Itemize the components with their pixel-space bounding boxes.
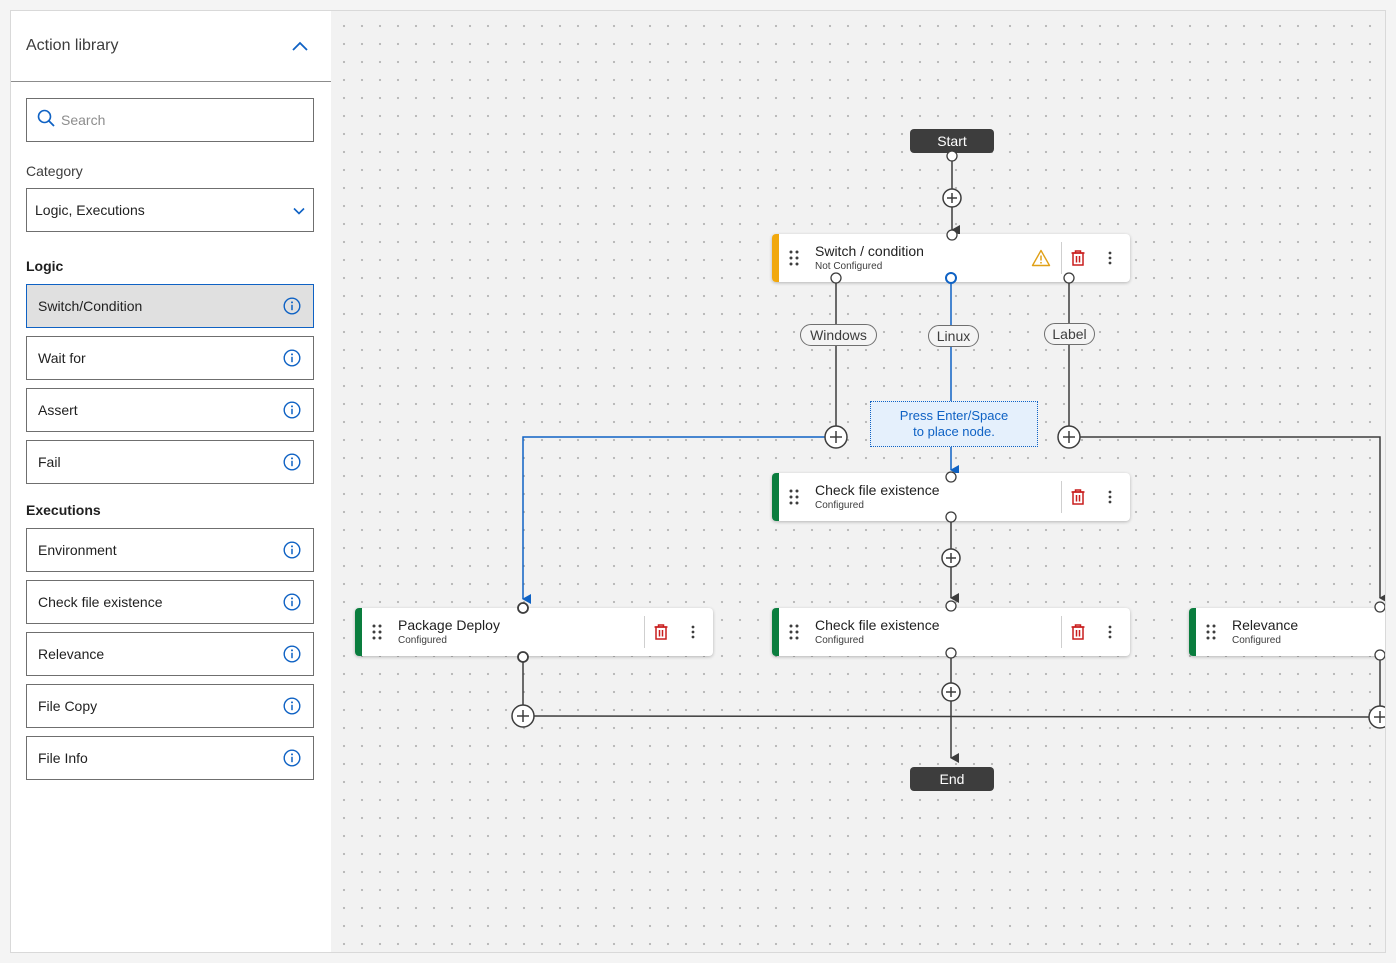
status-bar <box>355 608 362 656</box>
add-step-button[interactable] <box>824 425 848 449</box>
info-icon[interactable] <box>283 349 301 367</box>
place-node-hint[interactable]: Press Enter/Space to place node. <box>870 401 1038 447</box>
search-icon <box>37 109 55 132</box>
info-icon[interactable] <box>283 541 301 559</box>
status-bar <box>772 473 779 521</box>
drag-handle-icon[interactable] <box>779 624 809 640</box>
branch-label-linux[interactable]: Linux <box>928 325 979 347</box>
action-item-file-info[interactable]: File Info <box>26 736 314 780</box>
overflow-menu-icon[interactable] <box>677 616 709 648</box>
action-item-relevance[interactable]: Relevance <box>26 632 314 676</box>
search-field[interactable] <box>26 98 314 142</box>
overflow-menu-icon[interactable] <box>1094 481 1126 513</box>
action-item-assert[interactable]: Assert <box>26 388 314 432</box>
delete-icon[interactable] <box>1062 481 1094 513</box>
add-step-button[interactable] <box>1368 705 1386 729</box>
add-step-button[interactable] <box>1057 425 1081 449</box>
check-file-existence-node[interactable]: Check file existence Configured <box>772 473 1130 521</box>
warning-icon <box>1025 242 1057 274</box>
action-item-wait-for[interactable]: Wait for <box>26 336 314 380</box>
hint-line-2: to place node. <box>913 424 995 439</box>
action-library-header: Action library <box>11 11 331 82</box>
category-label: Category <box>26 163 83 179</box>
action-item-label: Assert <box>38 402 78 418</box>
branch-label-windows[interactable]: Windows <box>800 324 877 346</box>
relevance-node[interactable]: Relevance Configured <box>1189 608 1385 656</box>
category-select[interactable]: Logic, Executions <box>26 188 314 232</box>
delete-icon[interactable] <box>1062 242 1094 274</box>
drag-handle-icon[interactable] <box>362 624 392 640</box>
action-item-environment[interactable]: Environment <box>26 528 314 572</box>
action-item-label: Fail <box>38 454 61 470</box>
branch-label-label[interactable]: Label <box>1044 323 1095 345</box>
node-status: Configured <box>398 635 447 646</box>
delete-icon[interactable] <box>1062 616 1094 648</box>
node-status: Configured <box>1232 635 1281 646</box>
package-deploy-node[interactable]: Package Deploy Configured <box>355 608 713 656</box>
end-node[interactable]: End <box>910 767 994 791</box>
action-library-panel: Action library Category Logic, Execution… <box>11 11 331 952</box>
action-item-label: Wait for <box>38 350 86 366</box>
node-status: Configured <box>815 500 864 511</box>
action-item-label: Switch/Condition <box>38 298 143 314</box>
node-title: Relevance <box>1232 617 1299 633</box>
workflow-canvas[interactable]: Start End Switch / condition Not Configur… <box>331 11 1386 952</box>
status-bar <box>772 608 779 656</box>
add-step-button[interactable] <box>941 548 961 568</box>
edge-merge-to-end <box>522 658 1381 763</box>
node-title: Switch / condition <box>815 243 924 259</box>
action-item-label: File Copy <box>38 698 98 714</box>
section-title-logic: Logic <box>26 258 64 274</box>
action-item-label: File Info <box>38 750 88 766</box>
node-title: Package Deploy <box>398 617 500 633</box>
action-item-label: Check file existence <box>38 594 163 610</box>
action-item-fail[interactable]: Fail <box>26 440 314 484</box>
chevron-down-icon <box>293 202 305 218</box>
delete-icon[interactable] <box>645 616 677 648</box>
section-title-executions: Executions <box>26 502 101 518</box>
status-bar <box>772 234 779 282</box>
action-item-file-copy[interactable]: File Copy <box>26 684 314 728</box>
hint-line-1: Press Enter/Space <box>899 408 1009 423</box>
check-file-existence-node-2[interactable]: Check file existence Configured <box>772 608 1130 656</box>
info-icon[interactable] <box>283 697 301 715</box>
app-window: Action library Category Logic, Execution… <box>10 10 1386 953</box>
add-step-button[interactable] <box>941 682 961 702</box>
switch-condition-node[interactable]: Switch / condition Not Configured <box>772 234 1130 282</box>
drag-handle-icon[interactable] <box>779 489 809 505</box>
info-icon[interactable] <box>283 401 301 419</box>
drag-handle-icon[interactable] <box>779 250 809 266</box>
add-step-button[interactable] <box>942 188 962 208</box>
action-item-label: Relevance <box>38 646 105 662</box>
overflow-menu-icon[interactable] <box>1094 242 1126 274</box>
node-title: Check file existence <box>815 482 940 498</box>
edge-windows-branch <box>522 283 837 604</box>
add-step-button[interactable] <box>511 704 535 728</box>
category-select-value: Logic, Executions <box>35 202 145 218</box>
drag-handle-icon[interactable] <box>1196 624 1226 640</box>
action-library-title: Action library <box>26 37 119 54</box>
action-item-switch-condition[interactable]: Switch/Condition <box>26 284 314 328</box>
node-status: Configured <box>815 635 864 646</box>
info-icon[interactable] <box>283 645 301 663</box>
info-icon[interactable] <box>283 297 301 315</box>
search-input[interactable] <box>61 112 301 128</box>
node-title: Check file existence <box>815 617 940 633</box>
info-icon[interactable] <box>283 593 301 611</box>
info-icon[interactable] <box>283 749 301 767</box>
node-status: Not Configured <box>815 261 883 272</box>
action-item-check-file-existence[interactable]: Check file existence <box>26 580 314 624</box>
action-item-label: Environment <box>38 542 117 558</box>
info-icon[interactable] <box>283 453 301 471</box>
collapse-chevron-up-icon[interactable] <box>289 35 311 57</box>
edge-label-branch <box>1068 283 1385 603</box>
overflow-menu-icon[interactable] <box>1094 616 1126 648</box>
start-node[interactable]: Start <box>910 129 994 153</box>
status-bar <box>1189 608 1196 656</box>
